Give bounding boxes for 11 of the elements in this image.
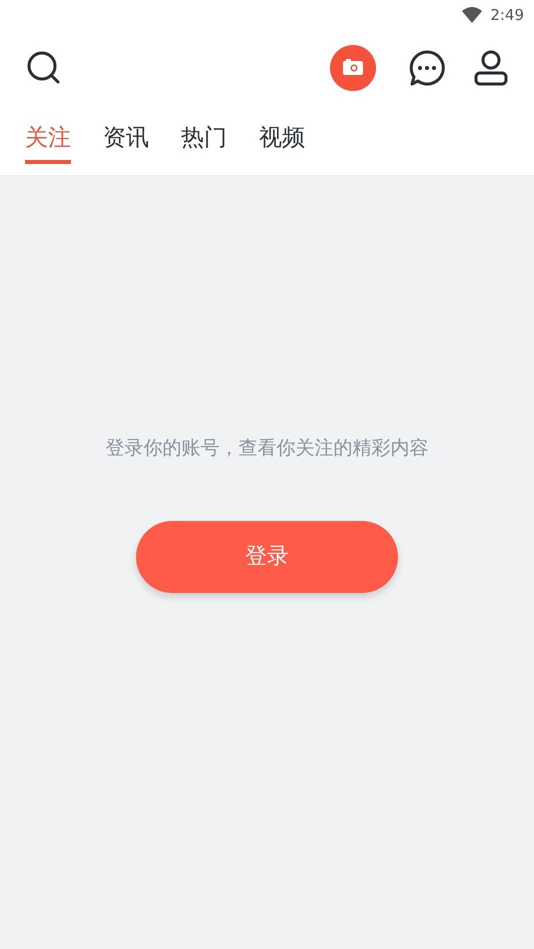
tab[interactable]: 视频 <box>259 122 305 164</box>
tab[interactable]: 资讯 <box>103 122 149 164</box>
chat-icon[interactable] <box>408 49 446 87</box>
tab[interactable]: 热门 <box>181 122 227 164</box>
empty-state-message: 登录你的账号，查看你关注的精彩内容 <box>106 436 428 461</box>
search-icon[interactable] <box>26 50 62 86</box>
user-icon[interactable] <box>474 49 508 87</box>
tab[interactable]: 关注 <box>25 122 71 164</box>
status-time: 2:49 <box>490 4 524 26</box>
camera-button[interactable] <box>330 45 376 91</box>
wifi-icon <box>462 7 482 23</box>
